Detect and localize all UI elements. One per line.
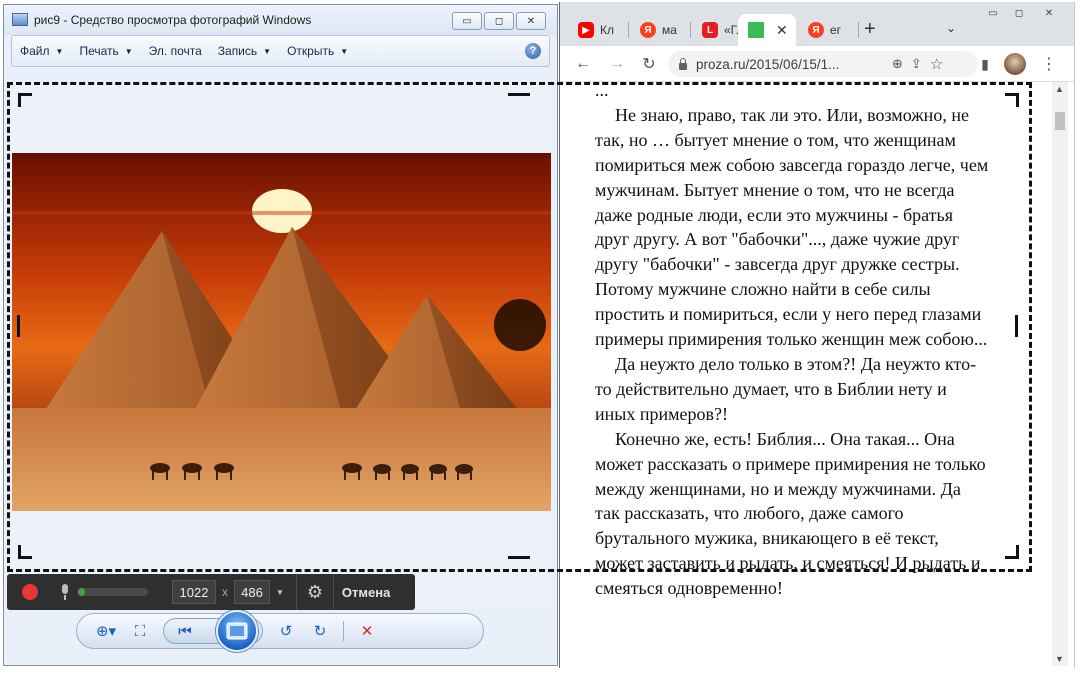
tab-youtube[interactable]: ▶ Кл	[568, 14, 626, 46]
scroll-down-icon[interactable]: ▼	[1055, 654, 1064, 664]
browser-window: ▶ Кл Я ма L «Гл ✕ Я ег + ⌄ ▭ ◻ ✕ ← → ↻ p…	[559, 2, 1075, 668]
photo-viewer-controls: ⊕▾ ⛶ ⏮ ⏭ ↺ ↻ ✕	[76, 610, 484, 652]
yandex-icon: Я	[640, 22, 656, 38]
menu-file[interactable]: Файл ▼	[20, 44, 63, 58]
address-bar[interactable]: proza.ru/2015/06/15/1... ⊕ ⇪ ☆	[668, 51, 978, 77]
close-button[interactable]: ✕	[516, 12, 546, 30]
chevron-down-icon[interactable]: ▼	[276, 588, 284, 597]
avatar[interactable]	[1004, 53, 1026, 75]
chevron-down-icon[interactable]: ⌄	[946, 21, 956, 35]
rotate-right-icon[interactable]: ↻	[309, 619, 331, 643]
vertical-scrollbar[interactable]: ▲ ▼	[1052, 82, 1068, 666]
capture-width-field[interactable]: 1022	[172, 580, 216, 604]
help-icon[interactable]: ?	[525, 43, 541, 59]
slideshow-icon[interactable]	[216, 610, 258, 652]
article-paragraph: Конечно же, есть! Библия... Она такая...…	[595, 428, 986, 599]
photo-viewer-titlebar[interactable]: рис9 - Средство просмотра фотографий Win…	[4, 5, 557, 35]
reload-icon[interactable]: ↻	[638, 53, 660, 75]
toolbar-separator	[332, 574, 334, 610]
lock-icon[interactable]	[678, 58, 688, 70]
forward-icon[interactable]: →	[606, 53, 628, 75]
chevron-down-icon: ▼	[55, 46, 64, 56]
photo-viewer-window: рис9 - Средство просмотра фотографий Win…	[3, 4, 558, 666]
tab-active[interactable]: ✕	[738, 14, 796, 46]
mic-level-meter	[78, 588, 148, 596]
bookmark-star-icon[interactable]: ☆	[930, 55, 943, 73]
menu-open[interactable]: Открыть ▼	[287, 44, 348, 58]
menu-burn[interactable]: Запись ▼	[218, 44, 271, 58]
tab-close-icon[interactable]: ✕	[776, 22, 788, 39]
side-panel-icon[interactable]: ▮	[974, 53, 996, 75]
tab-strip: ▶ Кл Я ма L «Гл ✕ Я ег + ⌄ ▭ ◻ ✕	[560, 2, 1074, 46]
chevron-down-icon: ▼	[340, 46, 349, 56]
photo-stage	[11, 83, 552, 603]
capture-move-handle[interactable]	[494, 299, 546, 351]
zoom-icon[interactable]: ⊕	[892, 56, 903, 72]
green-square-icon	[748, 22, 764, 38]
close-icon: ✕	[526, 15, 536, 27]
minimize-icon: ▭	[462, 15, 472, 27]
maximize-icon: ◻	[494, 15, 504, 27]
article-cut-line: ...	[595, 82, 609, 100]
gear-icon[interactable]: ⚙	[297, 582, 333, 603]
share-icon[interactable]: ⇪	[911, 56, 922, 72]
tab-yandex-1[interactable]: Я ма	[630, 14, 688, 46]
article-text: ... Не знаю, право, так ли это. Или, воз…	[595, 82, 990, 601]
maximize-button[interactable]: ◻	[484, 12, 514, 30]
record-button[interactable]	[22, 584, 38, 600]
dimension-separator: x	[222, 585, 228, 599]
mic-level-fill	[78, 588, 85, 596]
chevron-down-icon: ▼	[124, 46, 133, 56]
yandex-icon: Я	[808, 22, 824, 38]
rotate-left-icon[interactable]: ↺	[275, 619, 297, 643]
capture-height-field[interactable]: 486	[234, 580, 270, 604]
microphone-icon[interactable]	[60, 584, 70, 600]
menu-email[interactable]: Эл. почта	[149, 44, 202, 58]
photo-viewer-title: рис9 - Средство просмотра фотографий Win…	[34, 13, 312, 27]
youtube-icon: ▶	[578, 22, 594, 38]
cancel-button[interactable]: Отмена	[342, 585, 390, 600]
capture-toolbar: 1022 x 486 ▼ ⚙ Отмена	[7, 574, 415, 610]
navigation-group: ⏮ ⏭	[163, 610, 263, 652]
url-text[interactable]: proza.ru/2015/06/15/1...	[696, 57, 884, 72]
browser-close-button[interactable]: ✕	[1036, 5, 1062, 21]
browser-maximize-button[interactable]: ◻	[1006, 5, 1032, 21]
new-tab-icon[interactable]: +	[864, 18, 876, 41]
minimize-button[interactable]: ▭	[452, 12, 482, 30]
photo-pyramids	[12, 153, 551, 511]
zoom-icon[interactable]: ⊕▾	[95, 619, 117, 643]
browser-minimize-button[interactable]: ▭	[980, 5, 1006, 21]
more-menu-icon[interactable]: ⋮	[1038, 53, 1060, 75]
l-logo-icon: L	[702, 22, 718, 38]
browser-toolbar: ← → ↻ proza.ru/2015/06/15/1... ⊕ ⇪ ☆ ▮ ⋮	[560, 46, 1074, 82]
article-paragraph: Да неужто дело только в этом?! Да неужто…	[595, 353, 977, 424]
photo-viewer-menubar: Файл ▼ Печать ▼ Эл. почта Запись ▼ Открыть ▼…	[11, 35, 550, 67]
delete-icon[interactable]: ✕	[356, 619, 378, 643]
pyramids-illustration	[12, 153, 551, 511]
scroll-up-icon[interactable]: ▲	[1055, 84, 1064, 94]
fit-window-icon[interactable]: ⛶	[129, 619, 151, 643]
page-content: ... Не знаю, право, так ли это. Или, воз…	[560, 82, 1060, 668]
scroll-thumb[interactable]	[1055, 112, 1065, 130]
menu-print[interactable]: Печать ▼	[79, 44, 132, 58]
article-paragraph: Не знаю, право, так ли это. Или, возможн…	[595, 104, 989, 350]
back-icon[interactable]: ←	[572, 53, 594, 75]
toolbar-separator	[343, 621, 344, 641]
photo-viewer-app-icon	[12, 13, 28, 26]
tab-yandex-2[interactable]: Я ег	[798, 14, 856, 46]
chevron-down-icon: ▼	[263, 46, 272, 56]
previous-icon[interactable]: ⏮	[174, 619, 196, 643]
